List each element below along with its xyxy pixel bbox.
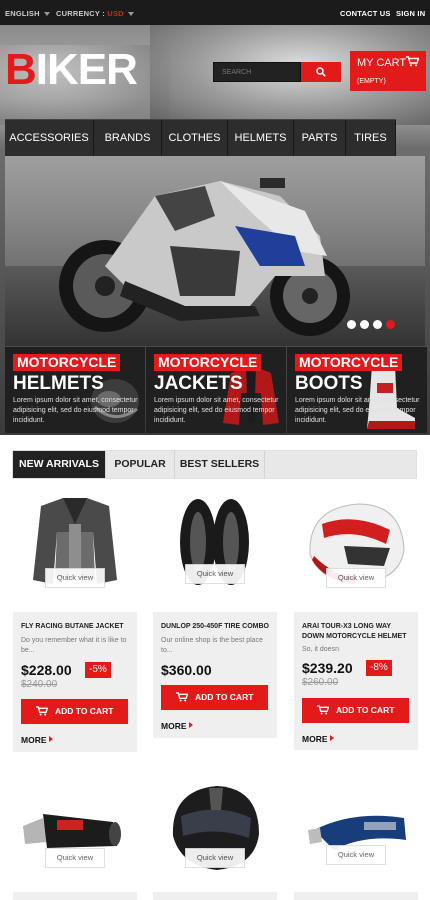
quick-view-button[interactable]: Quick view: [45, 848, 105, 868]
chevron-down-icon: [43, 12, 50, 17]
search-button[interactable]: [301, 62, 341, 82]
nav-item-helmets[interactable]: HELMETS: [228, 120, 294, 157]
product-name[interactable]: FLY RACING BUTANE JACKET: [21, 622, 133, 632]
nav-item-accessories[interactable]: ACCESSORIES: [5, 120, 94, 157]
arrow-right-icon: [188, 722, 193, 728]
quick-view-button[interactable]: Quick view: [45, 568, 105, 588]
cart-status: (EMPTY): [357, 78, 386, 85]
hero-slider[interactable]: [5, 156, 425, 346]
cart-icon: [317, 705, 329, 715]
product-price: $360.00: [161, 662, 212, 678]
cart-icon: [36, 706, 48, 716]
product-card: [13, 892, 137, 900]
more-link[interactable]: MORE: [21, 735, 53, 745]
banner-helmets[interactable]: MOTORCYCLE HELMETS Lorem ipsum dolor sit…: [5, 347, 145, 433]
top-bar: ENGLISH CURRENCY : USD CONTACT US SIGN I…: [0, 0, 430, 25]
nav-item-tires[interactable]: TIRES: [346, 120, 396, 157]
more-label: MORE: [161, 721, 187, 731]
product-description: Our online shop is the best place to...: [161, 637, 263, 654]
slider-dot[interactable]: [347, 320, 356, 329]
slider-dot[interactable]: [373, 320, 382, 329]
add-to-cart-button[interactable]: ADD TO CART: [21, 699, 128, 724]
banner-text: Lorem ipsum dolor sit amet, consectetur …: [154, 397, 279, 424]
more-link[interactable]: MORE: [302, 734, 334, 744]
product-image-handguard[interactable]: [294, 790, 418, 890]
product-image-exhaust[interactable]: [13, 786, 137, 886]
add-to-cart-label: ADD TO CART: [55, 706, 114, 716]
banner-text: Lorem ipsum dolor sit amet, consectetur …: [13, 397, 138, 424]
logo-text: IKER: [35, 45, 138, 94]
product-card: [294, 892, 418, 900]
tab-new-arrivals[interactable]: NEW ARRIVALS: [13, 451, 106, 478]
tab-best-sellers[interactable]: BEST SELLERS: [175, 451, 265, 478]
language-selector[interactable]: ENGLISH: [5, 9, 50, 18]
sign-in-link[interactable]: SIGN IN: [396, 9, 425, 18]
product-card: ARAI TOUR-X3 LONG WAY DOWN MOTORCYCLE HE…: [294, 612, 418, 750]
banner-text: Lorem ipsum dolor sit amet, consectetur …: [295, 397, 420, 424]
arrow-right-icon: [48, 736, 53, 742]
contact-us-link[interactable]: CONTACT US: [340, 9, 391, 18]
old-price: $240.00: [21, 679, 58, 690]
add-to-cart-button[interactable]: ADD TO CART: [302, 698, 409, 723]
tab-popular[interactable]: POPULAR: [106, 451, 175, 478]
cart-icon: [406, 56, 419, 67]
banner-tag: MOTORCYCLE: [154, 354, 262, 371]
product-name[interactable]: ARAI TOUR-X3 LONG WAY DOWN MOTORCYCLE HE…: [302, 622, 414, 642]
add-to-cart-label: ADD TO CART: [195, 692, 254, 702]
product-price: $228.00: [21, 662, 72, 678]
currency-selector[interactable]: CURRENCY : USD: [56, 9, 134, 18]
more-link[interactable]: MORE: [161, 721, 193, 731]
chevron-down-icon: [127, 12, 134, 17]
cart-button[interactable]: MY CART (EMPTY): [350, 51, 426, 91]
language-label: ENGLISH: [5, 9, 40, 18]
cart-icon: [176, 692, 188, 702]
product-card: FLY RACING BUTANE JACKET Do you remember…: [13, 612, 137, 752]
nav-item-clothes[interactable]: CLOTHES: [162, 120, 228, 157]
banner-jackets[interactable]: MOTORCYCLE JACKETS Lorem ipsum dolor sit…: [146, 347, 286, 433]
discount-badge: -8%: [366, 660, 392, 676]
arrow-right-icon: [329, 735, 334, 741]
site-logo[interactable]: BIKER: [5, 45, 138, 94]
discount-badge: -5%: [85, 662, 111, 678]
more-label: MORE: [21, 735, 47, 745]
product-tabs: NEW ARRIVALS POPULAR BEST SELLERS: [12, 450, 417, 479]
quick-view-button[interactable]: Quick view: [326, 845, 386, 865]
product-name[interactable]: DUNLOP 250-450F TIRE COMBO: [161, 622, 273, 632]
search-input[interactable]: SEARCH: [213, 62, 301, 82]
add-to-cart-button[interactable]: ADD TO CART: [161, 685, 268, 710]
search-icon: [316, 67, 326, 77]
main-nav: ACCESSORIES BRANDS CLOTHES HELMETS PARTS…: [5, 119, 396, 157]
cart-label: MY CART: [357, 57, 407, 69]
banner-title: HELMETS: [13, 373, 104, 394]
banner-tag: MOTORCYCLE: [13, 354, 121, 371]
product-card: DUNLOP 250-450F TIRE COMBO Our online sh…: [153, 612, 277, 738]
banner-tag: MOTORCYCLE: [295, 354, 403, 371]
slider-dot-active[interactable]: [386, 320, 395, 329]
nav-item-brands[interactable]: BRANDS: [94, 120, 162, 157]
quick-view-button[interactable]: Quick view: [185, 564, 245, 584]
old-price: $260.00: [302, 677, 339, 688]
currency-value: USD: [107, 9, 124, 18]
banner-boots[interactable]: MOTORCYCLE BOOTS Lorem ipsum dolor sit a…: [287, 347, 427, 433]
product-description: So, it doesn: [302, 646, 339, 653]
motorcycle-image: [59, 178, 350, 336]
quick-view-button[interactable]: Quick view: [326, 568, 386, 588]
quick-view-button[interactable]: Quick view: [185, 848, 245, 868]
banner-title: JACKETS: [154, 373, 243, 394]
logo-accent-letter: B: [5, 45, 37, 94]
product-card: [153, 892, 277, 900]
nav-item-parts[interactable]: PARTS: [294, 120, 346, 157]
product-description: Do you remember what it is like to be...: [21, 637, 127, 654]
banner-title: BOOTS: [295, 373, 363, 394]
currency-label: CURRENCY :: [56, 9, 105, 18]
slider-dot[interactable]: [360, 320, 369, 329]
more-label: MORE: [302, 734, 328, 744]
product-price: $239.20: [302, 660, 353, 676]
add-to-cart-label: ADD TO CART: [336, 705, 395, 715]
